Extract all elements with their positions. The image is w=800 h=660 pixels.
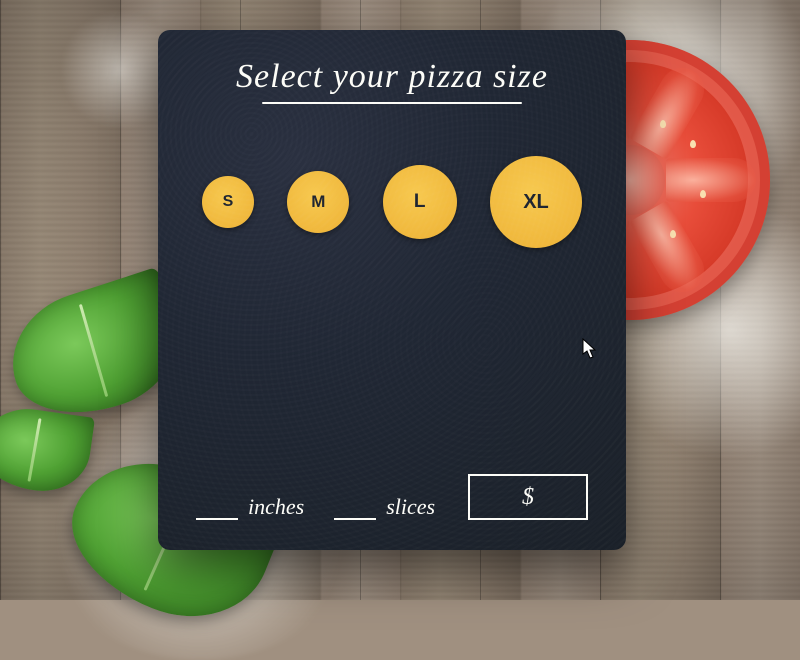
card-title: Select your pizza size — [196, 58, 588, 104]
price-box: $ — [468, 474, 588, 520]
size-option-l[interactable]: L — [383, 165, 457, 239]
title-text: Select your pizza size — [196, 58, 588, 100]
inches-label: inches — [248, 494, 304, 520]
size-label: L — [414, 191, 426, 213]
slices-label: slices — [386, 494, 435, 520]
size-option-s[interactable]: S — [202, 176, 254, 228]
inches-value-blank — [196, 502, 238, 520]
size-option-xl[interactable]: XL — [490, 156, 582, 248]
pizza-size-card: Select your pizza size S M L XL inches s… — [158, 30, 626, 550]
size-label: M — [311, 192, 325, 212]
card-footer: inches slices $ — [196, 474, 588, 524]
title-underline — [262, 102, 522, 104]
size-option-m[interactable]: M — [287, 171, 349, 233]
slices-value-blank — [334, 502, 376, 520]
price-prefix: $ — [522, 484, 534, 511]
size-options: S M L XL — [196, 156, 588, 248]
inches-metric: inches — [196, 494, 304, 520]
size-label: XL — [523, 191, 549, 214]
size-label: S — [223, 193, 234, 211]
slices-metric: slices — [334, 494, 435, 520]
